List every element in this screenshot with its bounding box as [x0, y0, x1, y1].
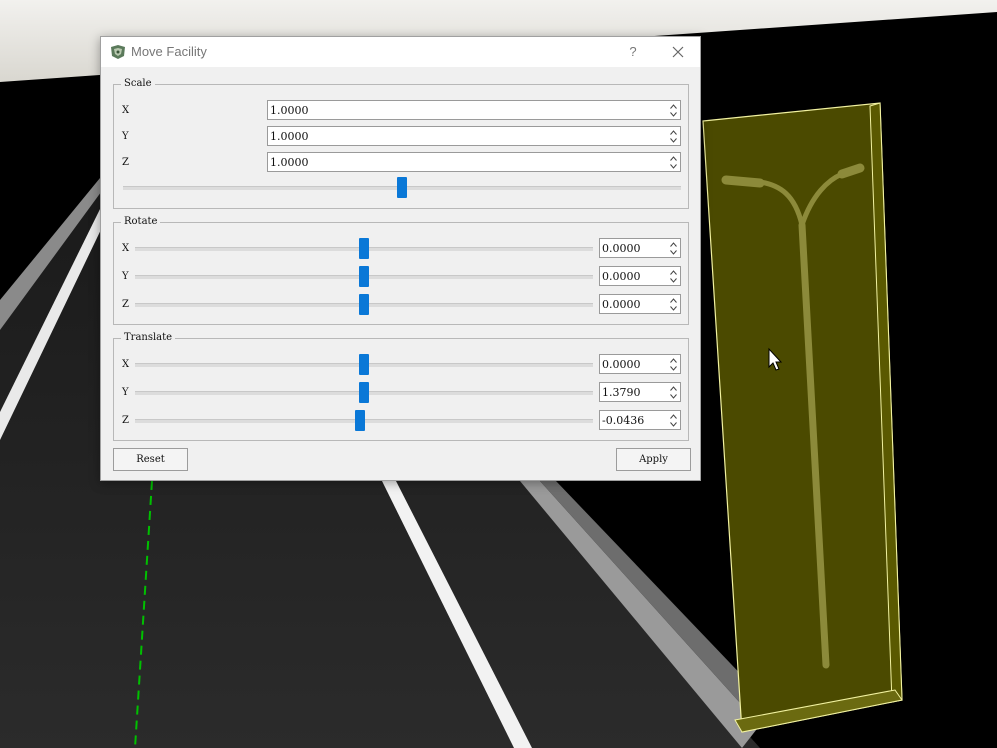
- slider-handle[interactable]: [359, 294, 369, 315]
- rotate-group-title: Rotate: [121, 215, 161, 229]
- rotate-x-label: X: [122, 243, 130, 254]
- scale-x-value: 1.0000: [270, 104, 309, 117]
- rotate-z-value: 0.0000: [602, 298, 641, 311]
- slider-handle[interactable]: [355, 410, 365, 431]
- rotate-y-label: Y: [122, 271, 129, 282]
- slider-handle[interactable]: [359, 382, 369, 403]
- spin-up-icon[interactable]: [670, 242, 677, 247]
- rotate-group: Rotate X 0.0000 Y 0.0000 Z 0.0000: [113, 215, 689, 325]
- spin-up-icon[interactable]: [670, 298, 677, 303]
- spin-up-icon[interactable]: [670, 130, 677, 135]
- reset-button[interactable]: Reset: [113, 448, 188, 471]
- spin-down-icon[interactable]: [670, 366, 677, 371]
- rotate-z-input[interactable]: 0.0000: [599, 294, 681, 314]
- rotate-z-label: Z: [122, 299, 129, 310]
- spin-down-icon[interactable]: [670, 278, 677, 283]
- translate-group-title: Translate: [121, 331, 176, 345]
- translate-y-value: 1.3790: [602, 386, 641, 399]
- spin-down-icon[interactable]: [670, 394, 677, 399]
- slider-handle[interactable]: [359, 354, 369, 375]
- slider-handle[interactable]: [359, 266, 369, 287]
- spin-up-icon[interactable]: [670, 156, 677, 161]
- translate-x-label: X: [122, 359, 130, 370]
- apply-button[interactable]: Apply: [616, 448, 691, 471]
- rotate-y-value: 0.0000: [602, 270, 641, 283]
- scale-group: Scale X 1.0000 Y 1.0000 Z 1.0000: [113, 77, 689, 209]
- scale-y-value: 1.0000: [270, 130, 309, 143]
- translate-x-input[interactable]: 0.0000: [599, 354, 681, 374]
- rotate-z-slider[interactable]: [135, 294, 593, 316]
- close-button[interactable]: [665, 41, 691, 63]
- slider-handle[interactable]: [397, 177, 407, 198]
- spin-down-icon[interactable]: [670, 250, 677, 255]
- translate-z-value: -0.0436: [602, 414, 645, 427]
- help-button[interactable]: ?: [621, 41, 645, 63]
- scale-z-input[interactable]: 1.0000: [267, 152, 681, 172]
- translate-y-input[interactable]: 1.3790: [599, 382, 681, 402]
- translate-x-value: 0.0000: [602, 358, 641, 371]
- spin-down-icon[interactable]: [670, 306, 677, 311]
- spin-up-icon[interactable]: [670, 386, 677, 391]
- translate-z-input[interactable]: -0.0436: [599, 410, 681, 430]
- scale-y-input[interactable]: 1.0000: [267, 126, 681, 146]
- scale-y-label: Y: [122, 131, 129, 142]
- rotate-y-slider[interactable]: [135, 266, 593, 288]
- spin-down-icon[interactable]: [670, 164, 677, 169]
- scale-z-value: 1.0000: [270, 156, 309, 169]
- translate-z-label: Z: [122, 415, 129, 426]
- scale-slider[interactable]: [123, 177, 681, 199]
- scale-group-title: Scale: [121, 77, 155, 91]
- rotate-x-slider[interactable]: [135, 238, 593, 260]
- close-icon: [672, 46, 684, 58]
- translate-group: Translate X 0.0000 Y 1.3790 Z -0.0436: [113, 331, 689, 441]
- scale-x-label: X: [122, 105, 130, 116]
- translate-y-label: Y: [122, 387, 129, 398]
- translate-z-slider[interactable]: [135, 410, 593, 432]
- spin-up-icon[interactable]: [670, 104, 677, 109]
- spin-up-icon[interactable]: [670, 414, 677, 419]
- spin-down-icon[interactable]: [670, 112, 677, 117]
- rotate-x-value: 0.0000: [602, 242, 641, 255]
- app-logo-icon: [111, 45, 125, 59]
- spin-down-icon[interactable]: [670, 422, 677, 427]
- rotate-y-input[interactable]: 0.0000: [599, 266, 681, 286]
- slider-handle[interactable]: [359, 238, 369, 259]
- title-bar[interactable]: Move Facility ?: [101, 37, 700, 67]
- spin-up-icon[interactable]: [670, 358, 677, 363]
- move-facility-dialog: Move Facility ? Scale X 1.0000 Y 1.0000 …: [100, 36, 701, 481]
- translate-y-slider[interactable]: [135, 382, 593, 404]
- spin-down-icon[interactable]: [670, 138, 677, 143]
- translate-x-slider[interactable]: [135, 354, 593, 376]
- dialog-title: Move Facility: [131, 44, 207, 59]
- scale-x-input[interactable]: 1.0000: [267, 100, 681, 120]
- rotate-x-input[interactable]: 0.0000: [599, 238, 681, 258]
- spin-up-icon[interactable]: [670, 270, 677, 275]
- scale-z-label: Z: [122, 157, 129, 168]
